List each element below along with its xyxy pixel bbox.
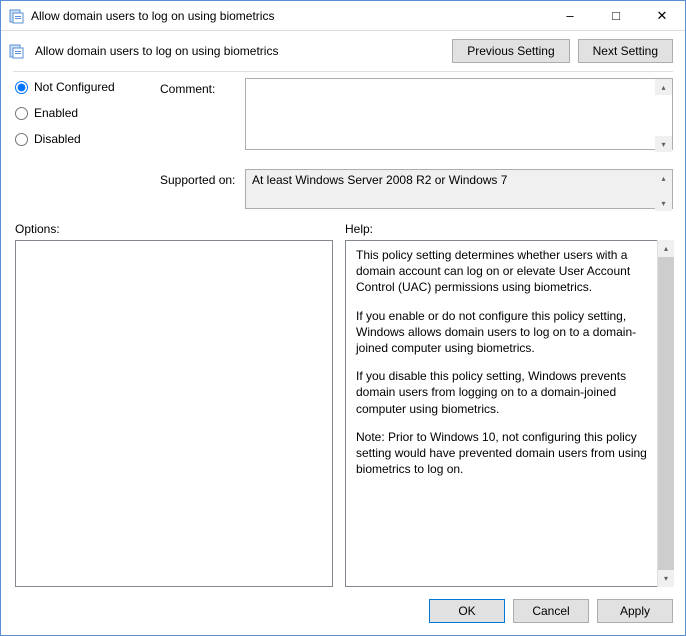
- help-paragraph: If you disable this policy setting, Wind…: [356, 368, 648, 417]
- radio-enabled-input[interactable]: [15, 107, 28, 120]
- titlebar: Allow domain users to log on using biome…: [1, 1, 685, 31]
- radio-enabled[interactable]: Enabled: [15, 106, 160, 120]
- dialog-footer: OK Cancel Apply: [1, 587, 685, 635]
- form-area: Not Configured Enabled Disabled Comment:…: [1, 72, 685, 222]
- help-panel: This policy setting determines whether u…: [345, 240, 673, 587]
- nav-buttons: Previous Setting Next Setting: [452, 39, 673, 63]
- radio-not-configured-input[interactable]: [15, 81, 28, 94]
- help-label: Help:: [345, 222, 373, 236]
- next-setting-button[interactable]: Next Setting: [578, 39, 673, 63]
- help-paragraph: This policy setting determines whether u…: [356, 247, 648, 296]
- scroll-up-icon[interactable]: ▴: [655, 79, 672, 95]
- help-content: This policy setting determines whether u…: [356, 247, 648, 477]
- scroll-down-icon[interactable]: ▾: [655, 195, 672, 211]
- policy-icon: [9, 43, 25, 59]
- help-paragraph: If you enable or do not configure this p…: [356, 308, 648, 357]
- help-scrollbar[interactable]: ▴ ▾: [657, 240, 674, 587]
- comment-label: Comment:: [160, 78, 245, 96]
- comment-field[interactable]: [245, 78, 673, 150]
- supported-on-label: Supported on:: [160, 169, 245, 187]
- options-panel: [15, 240, 333, 587]
- supported-spinner: ▴ ▾: [655, 170, 672, 211]
- maximize-button[interactable]: □: [593, 1, 639, 30]
- options-label: Options:: [15, 222, 333, 236]
- panels: This policy setting determines whether u…: [1, 240, 685, 587]
- radio-label: Enabled: [34, 106, 78, 120]
- previous-setting-button[interactable]: Previous Setting: [452, 39, 569, 63]
- window-title: Allow domain users to log on using biome…: [31, 9, 547, 23]
- comment-spinner: ▴ ▾: [655, 79, 672, 152]
- help-paragraph: Note: Prior to Windows 10, not configuri…: [356, 429, 648, 478]
- supported-on-field: [245, 169, 673, 209]
- close-button[interactable]: ✕: [639, 1, 685, 30]
- comment-wrap: ▴ ▾: [245, 78, 673, 153]
- help-panel-outer: This policy setting determines whether u…: [345, 240, 673, 587]
- scroll-down-icon[interactable]: ▾: [655, 136, 672, 152]
- policy-editor-window: Allow domain users to log on using biome…: [0, 0, 686, 636]
- panels-labels: Options: Help:: [1, 222, 685, 240]
- apply-button[interactable]: Apply: [597, 599, 673, 623]
- radio-not-configured[interactable]: Not Configured: [15, 80, 160, 94]
- radio-label: Not Configured: [34, 80, 115, 94]
- cancel-button[interactable]: Cancel: [513, 599, 589, 623]
- scroll-up-icon[interactable]: ▴: [655, 170, 672, 186]
- ok-button[interactable]: OK: [429, 599, 505, 623]
- header-row: Allow domain users to log on using biome…: [1, 31, 685, 71]
- radio-label: Disabled: [34, 132, 81, 146]
- scroll-down-icon[interactable]: ▾: [658, 570, 674, 587]
- supported-wrap: ▴ ▾: [245, 169, 673, 212]
- minimize-button[interactable]: –: [547, 1, 593, 30]
- policy-icon: [9, 8, 25, 24]
- state-radios: Not Configured Enabled Disabled: [15, 78, 160, 146]
- scroll-thumb[interactable]: [658, 257, 674, 570]
- scroll-up-icon[interactable]: ▴: [658, 240, 674, 257]
- policy-name: Allow domain users to log on using biome…: [35, 44, 442, 58]
- radio-disabled[interactable]: Disabled: [15, 132, 160, 146]
- radio-disabled-input[interactable]: [15, 133, 28, 146]
- window-buttons: – □ ✕: [547, 1, 685, 30]
